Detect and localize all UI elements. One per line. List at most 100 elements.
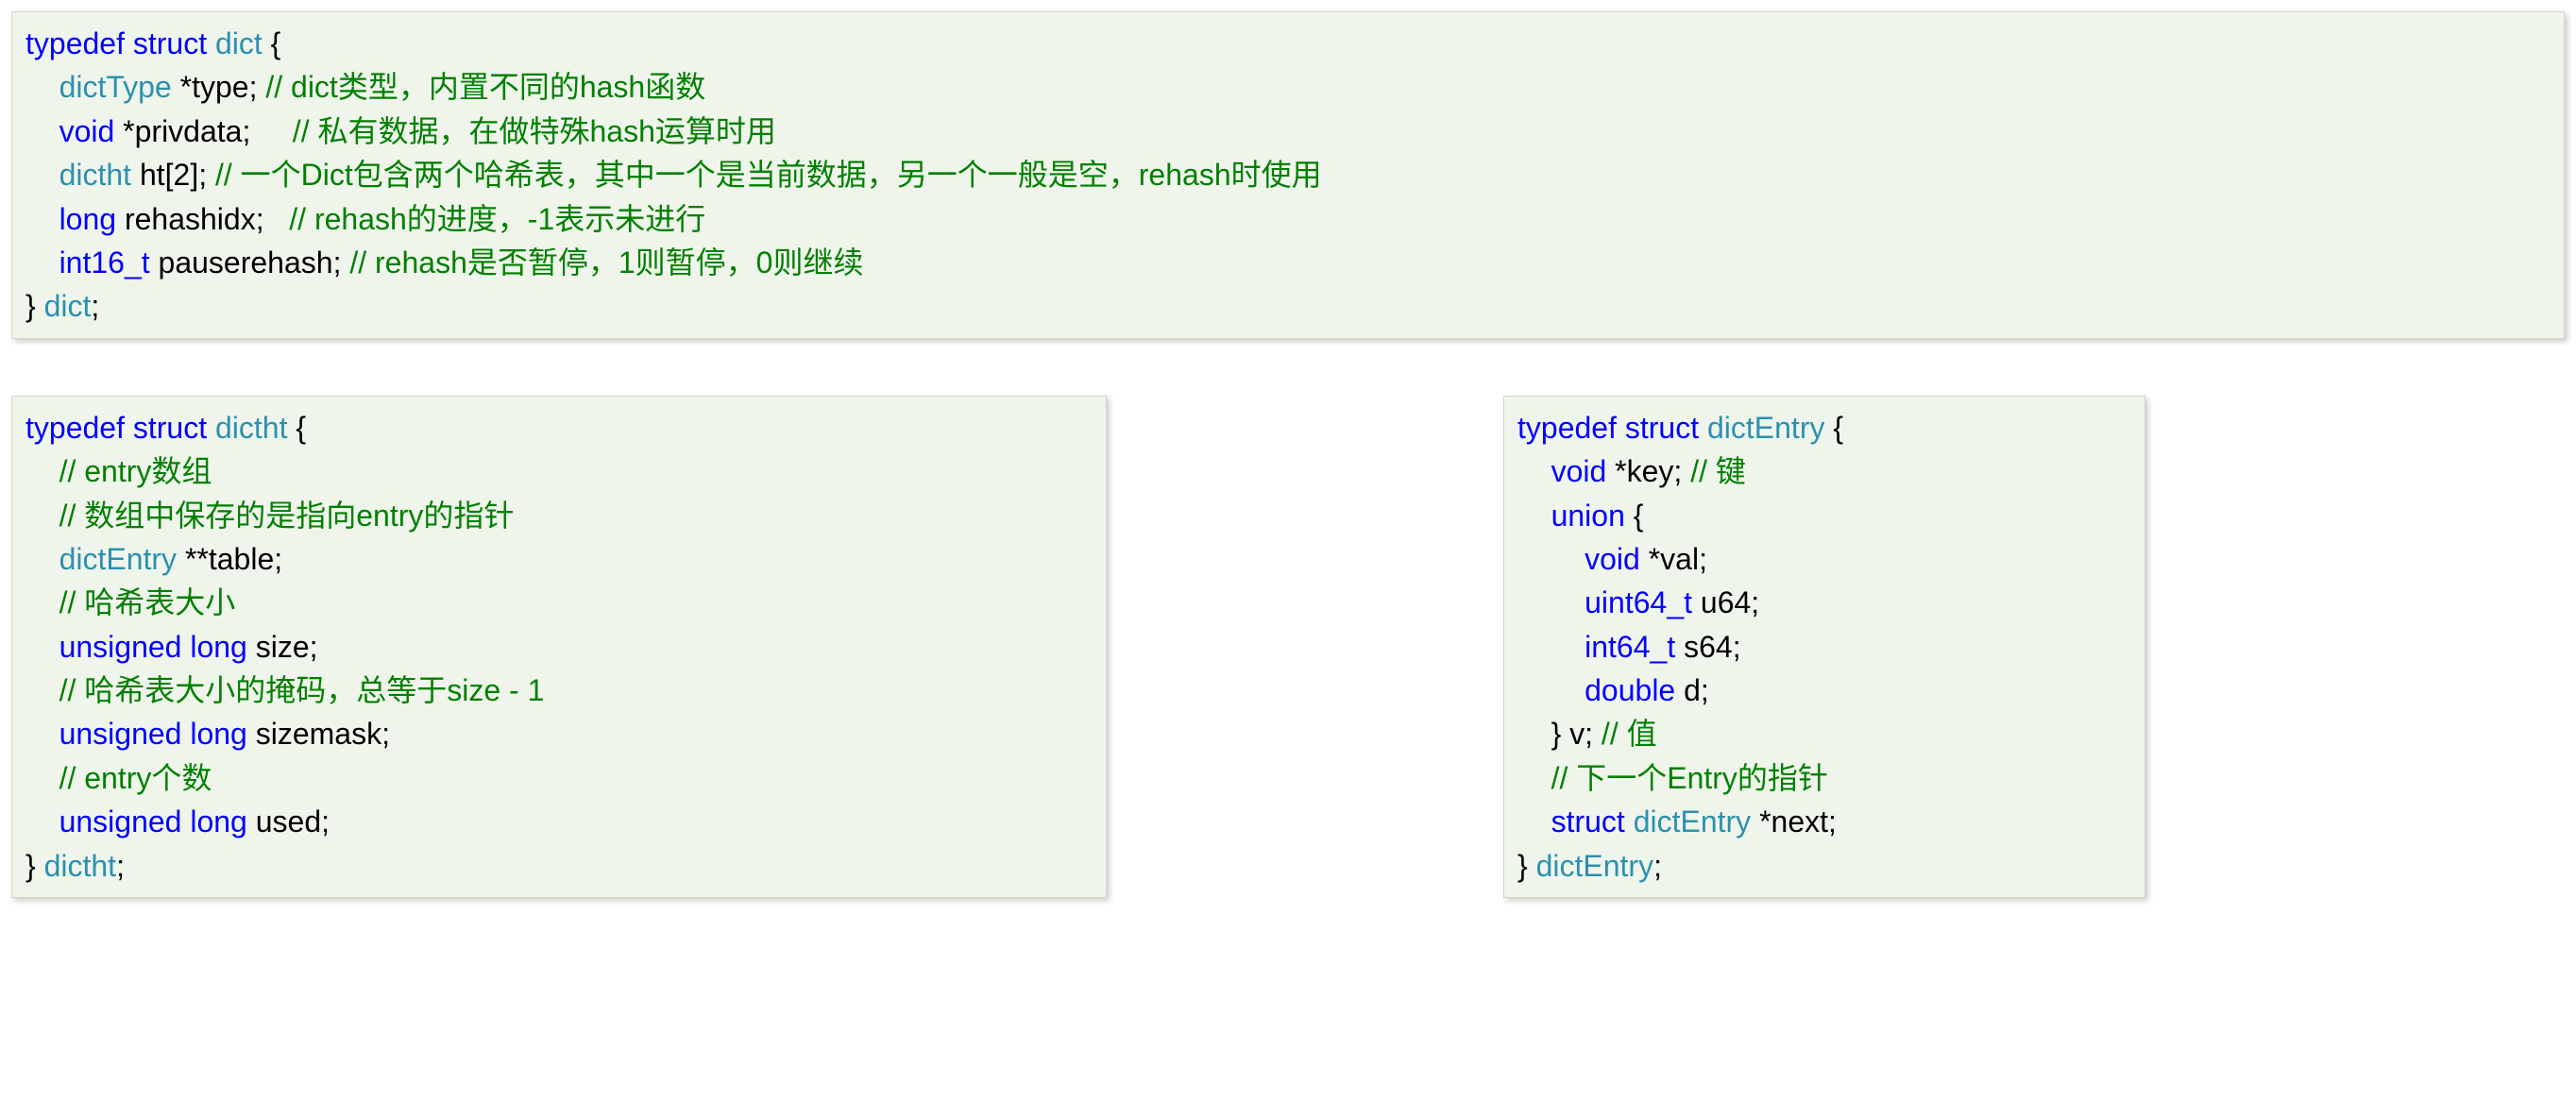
indent [1517,761,1551,795]
ident: *next; [1751,805,1837,838]
keyword-typedef: typedef [25,411,125,445]
ident: s64; [1675,630,1740,664]
comment: // 下一个Entry的指针 [1551,761,1828,795]
comment: // entry数组 [59,454,212,488]
keyword-struct: struct [133,411,207,445]
keyword-unsigned: unsigned [59,805,182,838]
keyword-unsigned: unsigned [59,630,182,664]
keyword-struct: struct [1551,805,1625,838]
line: dictEntry **table; [25,542,282,576]
line: void *val; [1517,542,1707,576]
keyword-void: void [1551,454,1607,488]
keyword-typedef: typedef [1517,411,1617,445]
line: void *key; // 键 [1517,454,1746,488]
comment: // 哈希表大小 [59,585,236,619]
indent [25,585,59,619]
code-block-dictht: typedef struct dictht { // entry数组 // 数组… [11,396,1107,898]
line: // entry数组 [25,454,212,488]
ident: rehashidx; [116,202,289,236]
keyword-long: long [190,717,247,751]
comment: // 哈希表大小的掩码，总等于size - 1 [59,673,545,707]
type-dictEntry: dictEntry [1625,805,1751,838]
keyword-uint64t: uint64_t [1585,585,1692,619]
keyword-struct: struct [133,26,207,60]
ident: **table; [177,542,282,576]
comment: // 键 [1690,454,1746,488]
ident: *type; [172,70,266,104]
keyword-union: union [1551,499,1625,533]
indent [25,202,59,236]
ident: u64; [1692,585,1759,619]
line: // 哈希表大小的掩码，总等于size - 1 [25,673,544,707]
brace: { [287,411,306,445]
type-dictht: dictht [215,411,287,445]
indent [25,114,59,148]
brace: { [1625,499,1644,533]
indent [1517,454,1551,488]
type-dictEntry: dictEntry [1536,849,1653,883]
ident: sizemask; [247,717,390,751]
line: typedef struct dictEntry { [1517,411,1843,445]
type-dictType: dictType [59,70,172,104]
line: unsigned long sizemask; [25,717,390,751]
indent [25,805,59,838]
brace: } [1517,849,1536,883]
keyword-typedef: typedef [25,26,125,60]
indent [25,761,59,795]
line: long rehashidx; // rehash的进度，-1表示未进行 [25,202,705,236]
line: dictType *type; // dict类型，内置不同的hash函数 [25,70,705,104]
semi: ; [116,849,125,883]
line: dictht ht[2]; // 一个Dict包含两个哈希表，其中一个是当前数据… [25,158,1322,192]
ident: used; [247,805,330,838]
comment: // 数组中保存的是指向entry的指针 [59,499,515,533]
type-dictEntry: dictEntry [59,542,177,576]
indent [25,630,59,664]
keyword-struct: struct [1625,411,1699,445]
code-container: typedef struct dict { dictType *type; //… [11,11,2565,898]
keyword-long: long [190,805,247,838]
keyword-void: void [1585,542,1640,576]
indent [1517,673,1585,707]
comment: // rehash的进度，-1表示未进行 [289,202,705,236]
brace: { [1824,411,1843,445]
indent [25,158,59,192]
indent [25,673,59,707]
keyword-long: long [59,202,117,236]
ident: pauserehash; [150,246,350,279]
keyword-int16t: int16_t [59,246,150,279]
keyword-unsigned: unsigned [59,717,182,751]
semi: ; [91,289,99,323]
indent [1517,542,1585,576]
code-block-dictEntry: typedef struct dictEntry { void *key; //… [1503,396,2145,898]
indent [25,70,59,104]
line: void *privdata; // 私有数据，在做特殊hash运算时用 [25,114,776,148]
indent [1517,805,1551,838]
comment: // 私有数据，在做特殊hash运算时用 [293,114,776,148]
type-dictht: dictht [44,849,116,883]
keyword-long: long [190,630,247,664]
comment: // 值 [1602,717,1657,751]
type-dict: dict [215,26,263,60]
ident: *privdata; [114,114,293,148]
line: int16_t pauserehash; // rehash是否暂停，1则暂停，… [25,246,863,279]
line: union { [1517,499,1643,533]
line: // 下一个Entry的指针 [1517,761,1828,795]
keyword-int64t: int64_t [1585,630,1675,664]
comment: // 一个Dict包含两个哈希表，其中一个是当前数据，另一个一般是空，rehas… [215,158,1322,192]
bottom-row: typedef struct dictht { // entry数组 // 数组… [11,396,2565,898]
indent [1517,630,1585,664]
ident: size; [247,630,318,664]
type-dictht: dictht [59,158,131,192]
semi: ; [1653,849,1662,883]
line: } dictht; [25,849,125,883]
line: unsigned long size; [25,630,318,664]
line: // entry个数 [25,761,212,795]
line: uint64_t u64; [1517,585,1759,619]
comment: // dict类型，内置不同的hash函数 [265,70,705,104]
line: // 哈希表大小 [25,585,235,619]
indent [1517,717,1551,751]
line: } dict; [25,289,99,323]
ident: d; [1675,673,1709,707]
line: typedef struct dictht { [25,411,306,445]
type-dictEntry: dictEntry [1707,411,1824,445]
